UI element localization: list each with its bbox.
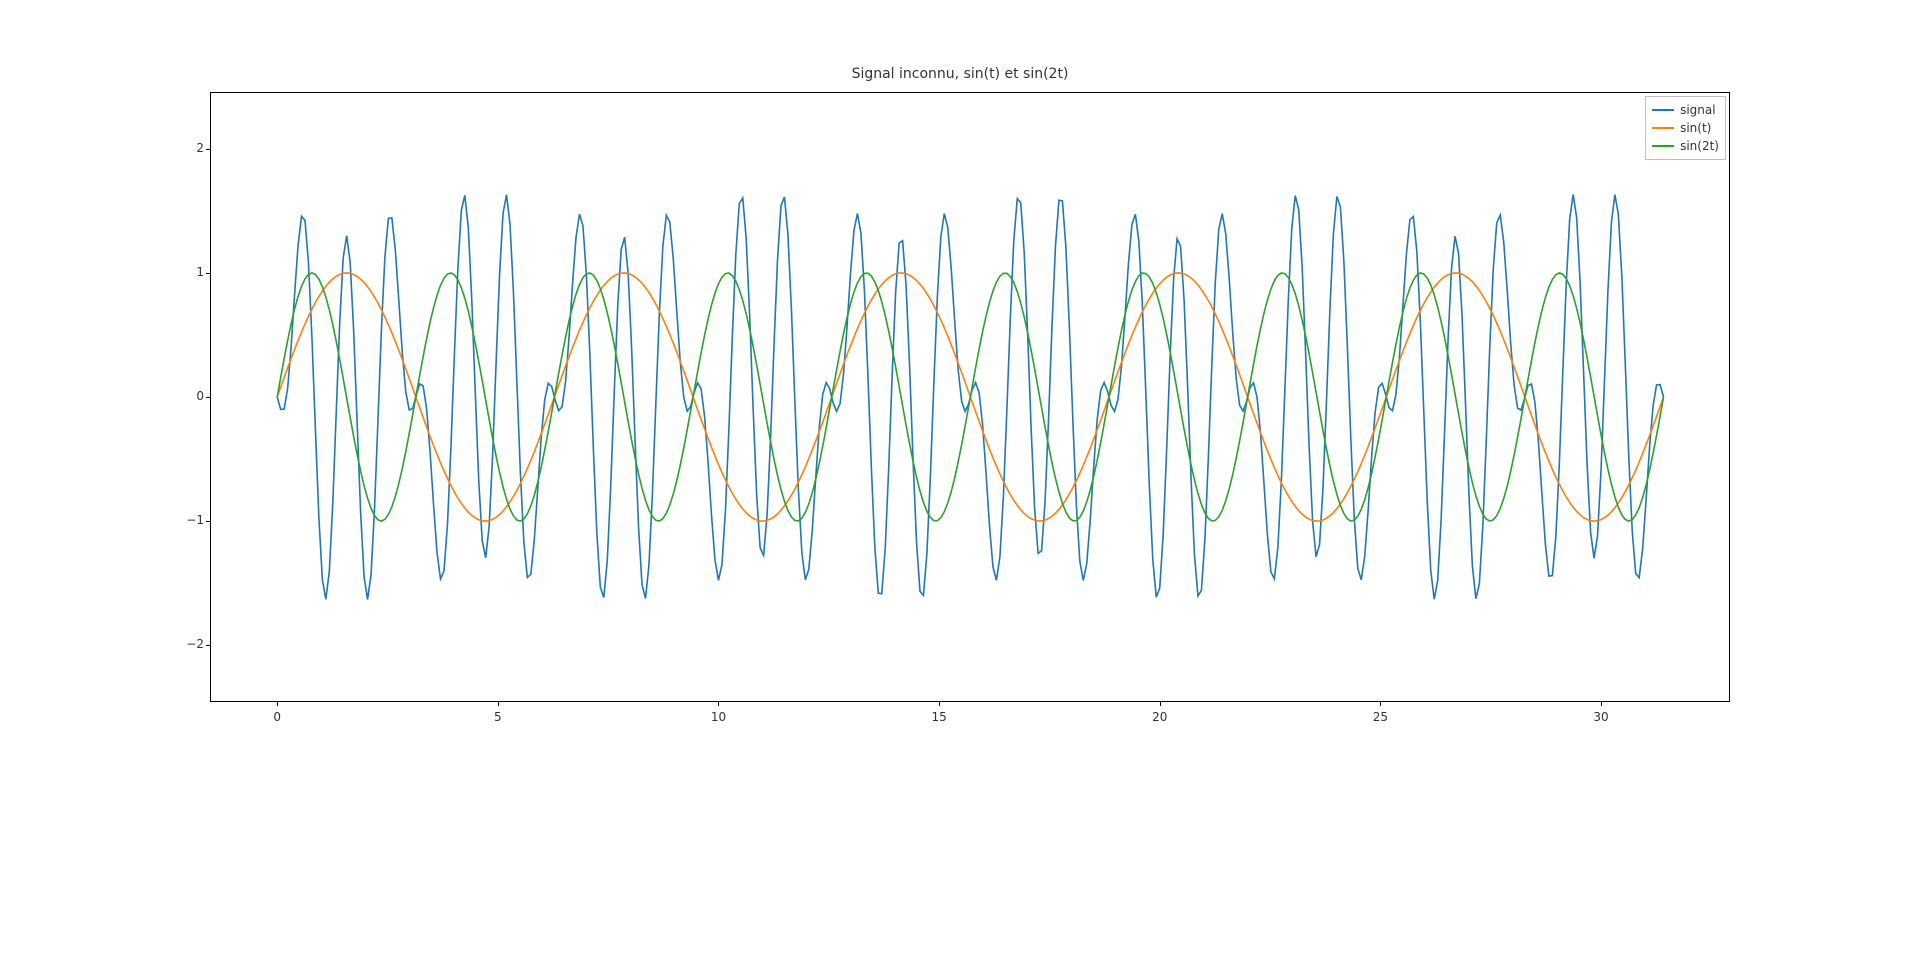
legend-entry: sin(2t)	[1652, 137, 1719, 155]
y-tick-mark	[206, 645, 210, 646]
x-tick-mark	[1160, 702, 1161, 706]
legend: signal sin(t) sin(2t)	[1645, 96, 1726, 160]
y-tick-mark	[206, 397, 210, 398]
legend-label: sin(2t)	[1680, 139, 1719, 153]
legend-label: signal	[1680, 103, 1716, 117]
plot-canvas	[211, 93, 1729, 701]
x-tick-mark	[718, 702, 719, 706]
legend-swatch-icon	[1652, 145, 1674, 147]
x-tick-label: 5	[478, 710, 518, 724]
y-tick-label: 0	[144, 389, 204, 403]
x-tick-label: 0	[257, 710, 297, 724]
y-tick-label: 1	[144, 265, 204, 279]
x-tick-label: 15	[919, 710, 959, 724]
legend-label: sin(t)	[1680, 121, 1711, 135]
legend-swatch-icon	[1652, 109, 1674, 111]
y-tick-label: −1	[144, 513, 204, 527]
x-tick-mark	[498, 702, 499, 706]
x-tick-mark	[277, 702, 278, 706]
x-tick-label: 10	[698, 710, 738, 724]
y-tick-mark	[206, 273, 210, 274]
x-tick-mark	[1601, 702, 1602, 706]
y-tick-label: 2	[144, 141, 204, 155]
x-tick-label: 25	[1360, 710, 1400, 724]
plot-area	[210, 92, 1730, 702]
series-line-2	[277, 273, 1663, 521]
x-tick-label: 20	[1140, 710, 1180, 724]
figure: Signal inconnu, sin(t) et sin(2t) −2 −1 0 1…	[0, 0, 1920, 975]
x-tick-mark	[939, 702, 940, 706]
chart-title: Signal inconnu, sin(t) et sin(2t)	[0, 66, 1920, 82]
x-tick-mark	[1380, 702, 1381, 706]
y-tick-mark	[206, 521, 210, 522]
y-tick-label: −2	[144, 637, 204, 651]
x-tick-label: 30	[1581, 710, 1621, 724]
y-tick-mark	[206, 149, 210, 150]
legend-swatch-icon	[1652, 127, 1674, 129]
legend-entry: signal	[1652, 101, 1719, 119]
legend-entry: sin(t)	[1652, 119, 1719, 137]
